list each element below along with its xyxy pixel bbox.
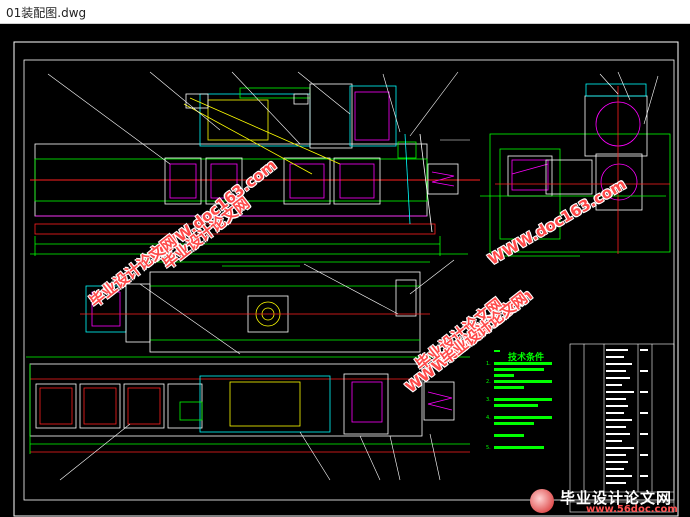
tech-note-5: 5. bbox=[486, 445, 491, 451]
leader-lines-side bbox=[599, 71, 659, 125]
tech-notes-bars bbox=[494, 350, 552, 449]
parts-list-rows bbox=[606, 349, 648, 484]
cad-drawing bbox=[13, 41, 679, 517]
document-title: 01装配图.dwg bbox=[6, 6, 87, 20]
brand-logo-icon bbox=[530, 489, 554, 513]
tech-note-3: 3. bbox=[486, 397, 491, 403]
brand-url: www.56doc.com bbox=[586, 504, 678, 515]
document-tab[interactable]: 01装配图.dwg bbox=[0, 0, 690, 24]
bottom-view bbox=[26, 356, 470, 454]
tech-requirements-heading: 技术条件 bbox=[508, 353, 545, 363]
side-view bbox=[480, 83, 671, 257]
drawing-canvas[interactable]: 技术条件 1. 2. 3. 4. 5. WWW.doc163.com 毕业设计论… bbox=[0, 24, 690, 517]
site-brand: 毕业设计论文网 www.56doc.com bbox=[528, 486, 690, 517]
leader-lines-upper bbox=[47, 71, 470, 165]
tech-note-2: 2. bbox=[486, 379, 491, 385]
tech-note-1: 1. bbox=[486, 361, 491, 367]
tech-note-4: 4. bbox=[486, 415, 491, 421]
